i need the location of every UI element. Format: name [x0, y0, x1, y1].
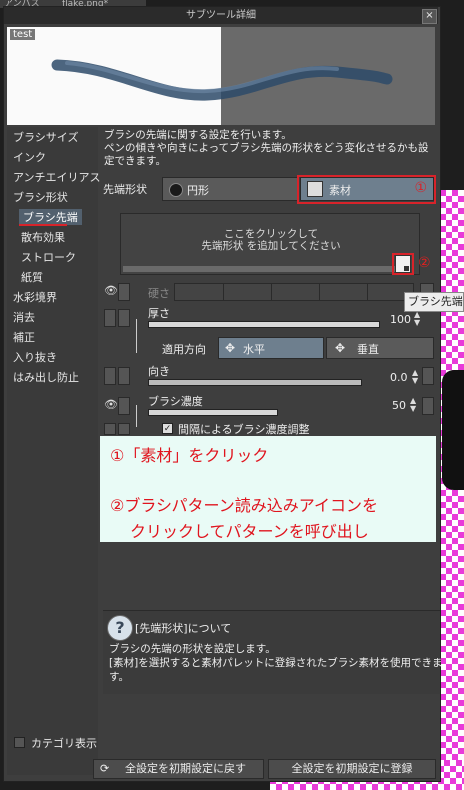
direction-value[interactable]: 0.0 [390, 371, 408, 384]
annotation-note: ①「素材」をクリック ②ブラシパターン読み込みアイコンを クリックしてパターンを… [100, 436, 436, 542]
interval-density-checkbox[interactable]: ✓ [162, 423, 173, 434]
vertical-label: 垂直 [357, 343, 379, 356]
sidebar-item-watercolor-edge[interactable]: 水彩境界 [13, 289, 57, 305]
load-pattern-highlight-box [392, 253, 414, 275]
horizontal-label: 水平 [243, 343, 265, 356]
tip-shape-label: 先端形状 [103, 183, 147, 196]
register-all-settings-button[interactable]: 全設定を初期設定に登録 [268, 759, 436, 779]
brush-stroke-preview [51, 59, 393, 101]
section-description: ブラシの先端に関する設定を行います。 ペンの傾きや向きによってブラシ先端の形状を… [104, 129, 434, 168]
category-display-label: カテゴリ表示 [31, 737, 97, 750]
description-line-2: ペンの傾きや向きによってブラシ先端の形状をどう変化させるかも設 [104, 142, 429, 154]
thickness-stepper[interactable]: ▲ ▼ [414, 311, 422, 327]
interval-expand-icon[interactable] [118, 423, 130, 435]
hardness-expand-icon[interactable] [118, 283, 130, 301]
brush-tip-red-underline [19, 224, 67, 226]
sidebar-item-spray-effect[interactable]: 散布効果 [21, 229, 65, 245]
note-line-2: ②ブラシパターン読み込みアイコンを [110, 496, 378, 515]
brush-preview: test [7, 27, 435, 125]
help-line-1: ブラシの先端の形状を設定します。 [109, 643, 276, 655]
material-highlight-box [297, 175, 436, 204]
add-area-scrollbar[interactable] [123, 266, 395, 272]
tip-shape-circle-button[interactable]: 円形 [162, 177, 298, 201]
description-line-3: 定できます。 [104, 155, 166, 167]
direction-slider[interactable] [148, 379, 362, 386]
sidebar-item-paper-texture[interactable]: 紙質 [21, 269, 43, 285]
density-tree-line [136, 405, 137, 427]
direction-stepper[interactable]: ▲ ▼ [412, 369, 420, 385]
hardness-divider-2 [271, 284, 272, 300]
description-line-1: ブラシの先端に関する設定を行います。 [104, 129, 292, 141]
sidebar-item-stroke[interactable]: ストローク [21, 249, 76, 265]
direction-pressure-icon[interactable] [422, 367, 434, 385]
note-line-3: クリックしてパターンを呼び出し [130, 522, 369, 541]
direction-lock-icon[interactable] [104, 367, 116, 385]
thickness-value[interactable]: 100 [390, 313, 411, 326]
vertical-icon: ✥ [335, 341, 346, 355]
load-pattern-marker-2: ② [418, 255, 431, 271]
circle-icon [169, 183, 183, 197]
help-icon: ? [107, 615, 133, 641]
sidebar-item-overflow-prevention[interactable]: はみ出し防止 [13, 369, 79, 385]
hardness-slots [174, 283, 414, 301]
hardness-divider-3 [319, 284, 320, 300]
sidebar-item-erase[interactable]: 消去 [13, 309, 35, 325]
reset-icon: ⟳ [100, 762, 110, 775]
sidebar-item-starting-ending[interactable]: 入り抜き [13, 349, 57, 365]
sidebar-item-brush-tip[interactable]: ブラシ先端 [19, 209, 82, 225]
thickness-slider[interactable] [148, 321, 380, 328]
canvas-dark-shape [442, 370, 464, 490]
hardness-label: 硬さ [148, 287, 170, 300]
sidebar-item-ink[interactable]: インク [13, 149, 46, 165]
density-label: ブラシ濃度 [148, 395, 203, 408]
category-checkbox[interactable] [14, 737, 25, 748]
density-eye-icon[interactable]: 👁 [104, 399, 118, 411]
sidebar-item-correction[interactable]: 補正 [13, 329, 35, 345]
help-title: [先端形状]について [135, 622, 232, 635]
interval-density-label: 間隔によるブラシ濃度調整 [178, 423, 310, 436]
help-line-2: [素材]を選択すると素材パレットに登録されたブラシ素材を使用できま [109, 657, 443, 669]
close-button[interactable]: × [422, 9, 437, 24]
help-panel: ? [先端形状]について ブラシの先端の形状を設定します。 [素材]を選択すると… [103, 610, 443, 694]
thickness-label: 厚さ [148, 307, 170, 320]
thickness-lock-icon[interactable] [104, 309, 116, 327]
reset-all-settings-button[interactable]: ⟳ 全設定を初期設定に戻す [93, 759, 264, 779]
tip-shape-add-area[interactable]: ここをクリックして 先端形状 を追加してください [120, 213, 420, 275]
sidebar-item-antialias[interactable]: アンチエイリアス [13, 169, 101, 185]
direction-expand-icon[interactable] [118, 367, 130, 385]
direction-vertical-button[interactable]: ✥ 垂直 [326, 337, 434, 359]
thickness-expand-icon[interactable] [118, 309, 130, 327]
reset-all-settings-label: 全設定を初期設定に戻す [125, 762, 246, 775]
density-pressure-icon[interactable] [422, 397, 434, 415]
tooltip: ブラシ先端 [404, 292, 464, 312]
sidebar-item-brush-shape[interactable]: ブラシ形状 [13, 189, 68, 205]
direction-label: 向き [148, 365, 170, 378]
density-expand-icon[interactable] [118, 397, 130, 415]
add-area-line-2: 先端形状 を追加してください [201, 240, 341, 252]
interval-lock-icon[interactable] [104, 423, 116, 435]
hardness-divider-4 [367, 284, 368, 300]
subtool-detail-dialog: サブツール詳細 × test ブラシサイズ インク アンチエイリアス ブラシ形状… [3, 6, 443, 782]
density-stepper[interactable]: ▲ ▼ [410, 397, 418, 413]
thickness-tree-line [136, 319, 137, 353]
category-sidebar: ブラシサイズ インク アンチエイリアス ブラシ形状 ブラシ先端 散布効果 ストロ… [7, 127, 101, 775]
sidebar-item-brush-size[interactable]: ブラシサイズ [13, 129, 78, 145]
horizontal-icon: ✥ [225, 341, 236, 355]
apply-direction-label: 適用方向 [162, 343, 206, 356]
eye-icon[interactable]: 👁 [104, 285, 118, 297]
density-slider[interactable] [148, 409, 278, 416]
density-value[interactable]: 50 [392, 399, 406, 412]
help-line-3: す。 [109, 671, 129, 683]
note-line-1: ①「素材」をクリック [110, 446, 269, 465]
dialog-title: サブツール詳細 [4, 7, 438, 24]
tip-shape-circle-label: 円形 [187, 184, 209, 197]
hardness-divider-1 [223, 284, 224, 300]
direction-horizontal-button[interactable]: ✥ 水平 [218, 337, 324, 359]
